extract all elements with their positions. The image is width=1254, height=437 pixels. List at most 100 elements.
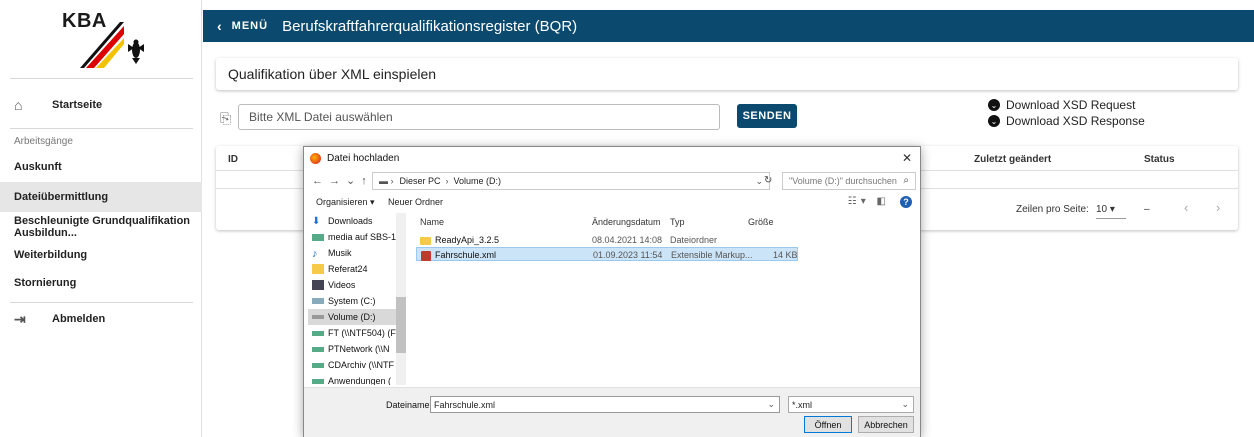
- file-name: ReadyApi_3.2.5: [420, 235, 499, 245]
- rows-per-page-value: 10: [1096, 204, 1108, 215]
- address-bar[interactable]: ▬ › Dieser PC › Volume (D:) ⌄: [372, 172, 770, 190]
- search-input[interactable]: "Volume (D:)" durchsuchen ⌕: [782, 172, 916, 190]
- file-type: Extensible Markup...: [671, 250, 753, 260]
- sidebar-item-label: Auskunft: [14, 161, 62, 173]
- drive-icon: [312, 315, 324, 319]
- nav-item-system-c[interactable]: System (C:): [312, 293, 376, 309]
- download-xsd-response-link[interactable]: ⌄ Download XSD Response: [988, 114, 1145, 128]
- nav-item-videos[interactable]: Videos: [312, 277, 355, 293]
- sidebar-item-auskunft[interactable]: Auskunft: [0, 152, 202, 182]
- download-xsd-request-link[interactable]: ⌄ Download XSD Request: [988, 98, 1135, 112]
- nav-item-ft[interactable]: FT (\\NTF504) (F: [312, 325, 396, 341]
- column-header-changed[interactable]: Zuletzt geändert: [974, 154, 1051, 165]
- nav-item-label: PTNetwork (\\N: [328, 344, 390, 354]
- download-label: Download XSD Response: [1006, 114, 1145, 128]
- sidebar-divider: [10, 302, 193, 303]
- column-header-id[interactable]: ID: [228, 154, 238, 165]
- nav-item-downloads[interactable]: ⬇ Downloads: [312, 213, 373, 229]
- file-upload-dialog: Datei hochladen ✕ ←→⌄↑ ▬ › Dieser PC › V…: [303, 146, 921, 437]
- file-modified: 01.09.2023 11:54: [593, 250, 663, 260]
- nav-item-referat24[interactable]: Referat24: [312, 261, 368, 277]
- app-title: Berufskraftfahrerqualifikationsregister …: [282, 17, 578, 35]
- nav-item-media[interactable]: media auf SBS-1: [312, 229, 396, 245]
- sidebar-item-label: Weiterbildung: [14, 249, 88, 261]
- close-icon[interactable]: ✕: [902, 151, 912, 165]
- column-header-modified[interactable]: Änderungsdatum: [592, 217, 661, 227]
- file-type: Dateiordner: [670, 235, 718, 245]
- cancel-button[interactable]: Abbrechen: [858, 416, 914, 433]
- column-header-status[interactable]: Status: [1144, 154, 1175, 165]
- kba-logo: KBA: [62, 10, 152, 72]
- filetype-select[interactable]: *.xml ⌄: [788, 396, 914, 413]
- page-title: Qualifikation über XML einspielen: [216, 58, 1238, 90]
- sidebar-item-dateiuebermittlung[interactable]: Dateiübermittlung: [0, 182, 202, 212]
- chevron-down-icon: ⌄: [901, 399, 909, 409]
- sidebar-item-stornierung[interactable]: Stornierung: [0, 268, 202, 298]
- sidebar-item-label: Stornierung: [14, 277, 77, 289]
- nav-item-label: Referat24: [328, 264, 368, 274]
- chevron-right-icon[interactable]: ›: [1216, 200, 1220, 215]
- menu-button[interactable]: MENÜ: [232, 20, 268, 32]
- filename-input[interactable]: Fahrschule.xml ⌄: [430, 396, 780, 413]
- path-segment[interactable]: Volume (D:): [454, 176, 502, 186]
- nav-scroll-thumb[interactable]: [396, 297, 406, 353]
- nav-item-label: Volume (D:): [328, 312, 376, 322]
- dialog-titlebar: Datei hochladen: [304, 147, 920, 169]
- refresh-icon[interactable]: ↻: [764, 175, 772, 186]
- nav-item-ptnetwork[interactable]: PTNetwork (\\N: [312, 341, 390, 357]
- download-arrow-icon: ⬇: [312, 216, 321, 227]
- organize-button[interactable]: Organisieren ▾: [316, 197, 375, 208]
- chevron-down-icon[interactable]: ⌄: [755, 176, 763, 187]
- sidebar-item-grundqualifikation[interactable]: Beschleunigte Grundqualifikation Ausbild…: [0, 212, 202, 242]
- column-header-name[interactable]: Name: [420, 217, 444, 227]
- music-note-icon: ♪: [312, 248, 318, 260]
- download-label: Download XSD Request: [1006, 98, 1136, 112]
- nav-item-label: Anwendungen (: [328, 376, 392, 385]
- logout-icon: ⇥: [14, 310, 26, 327]
- network-drive-icon: [312, 346, 324, 352]
- file-row-selected[interactable]: Fahrschule.xml 01.09.2023 11:54 Extensib…: [416, 247, 798, 261]
- video-icon: [312, 280, 324, 290]
- sidebar-item-label: Dateiübermittlung: [14, 191, 109, 203]
- sidebar-divider: [10, 128, 193, 129]
- sidebar-section-label: Arbeitsgänge: [14, 136, 73, 147]
- rows-per-page-label: Zeilen pro Seite:: [1016, 204, 1089, 215]
- view-options-icon[interactable]: ☷▾ ◧: [848, 196, 890, 207]
- file-list: Name Änderungsdatum Typ Größe ReadyApi_3…: [412, 213, 916, 385]
- chevron-left-icon[interactable]: ‹: [1184, 200, 1188, 215]
- nav-item-music[interactable]: ♪ Musik: [312, 245, 352, 261]
- network-drive-icon: [312, 378, 324, 384]
- nav-item-label: Musik: [328, 248, 352, 258]
- chevron-down-circle-icon: ⌄: [988, 99, 1000, 111]
- sidebar-item-logout[interactable]: ⇥ Abmelden: [0, 304, 202, 334]
- filename-value: Fahrschule.xml: [434, 399, 496, 410]
- nav-item-label: System (C:): [328, 296, 376, 306]
- path-segment[interactable]: Dieser PC: [400, 176, 441, 186]
- nav-item-volume-d[interactable]: Volume (D:): [308, 309, 404, 325]
- logo-text: KBA: [62, 10, 107, 32]
- page-range: –: [1144, 204, 1150, 215]
- new-folder-button[interactable]: Neuer Ordner: [388, 197, 443, 207]
- column-header-type[interactable]: Typ: [670, 217, 685, 227]
- sidebar-divider: [10, 78, 193, 79]
- navigation-arrows[interactable]: ←→⌄↑: [312, 174, 373, 187]
- chevron-left-icon[interactable]: ‹: [217, 18, 222, 34]
- nav-item-anwendungen[interactable]: Anwendungen (: [312, 373, 391, 385]
- file-row[interactable]: ReadyApi_3.2.5 08.04.2021 14:08 Dateiord…: [416, 233, 798, 247]
- open-button[interactable]: Öffnen: [804, 416, 852, 433]
- dialog-title: Datei hochladen: [327, 152, 400, 164]
- organize-label: Organisieren: [316, 197, 368, 207]
- help-icon[interactable]: ?: [900, 196, 912, 208]
- navigation-pane: ⬇ Downloads media auf SBS-1 ♪ Musik Refe…: [308, 213, 408, 385]
- file-modified: 08.04.2021 14:08: [592, 235, 663, 245]
- rows-per-page-select[interactable]: 10 ▾: [1096, 204, 1126, 219]
- column-header-size[interactable]: Größe: [748, 217, 774, 227]
- sidebar-item-home[interactable]: ⌂ Startseite: [0, 90, 202, 120]
- nav-item-cdarchiv[interactable]: CDArchiv (\\NTF: [312, 357, 394, 373]
- chevron-down-icon[interactable]: ⌄: [767, 399, 775, 410]
- sidebar-item-weiterbildung[interactable]: Weiterbildung: [0, 240, 202, 270]
- xml-file-input[interactable]: Bitte XML Datei auswählen: [238, 104, 720, 130]
- sidebar-item-label: Beschleunigte Grundqualifikation Ausbild…: [14, 215, 191, 239]
- file-name-text: ReadyApi_3.2.5: [435, 235, 500, 245]
- send-button[interactable]: SENDEN: [737, 104, 797, 128]
